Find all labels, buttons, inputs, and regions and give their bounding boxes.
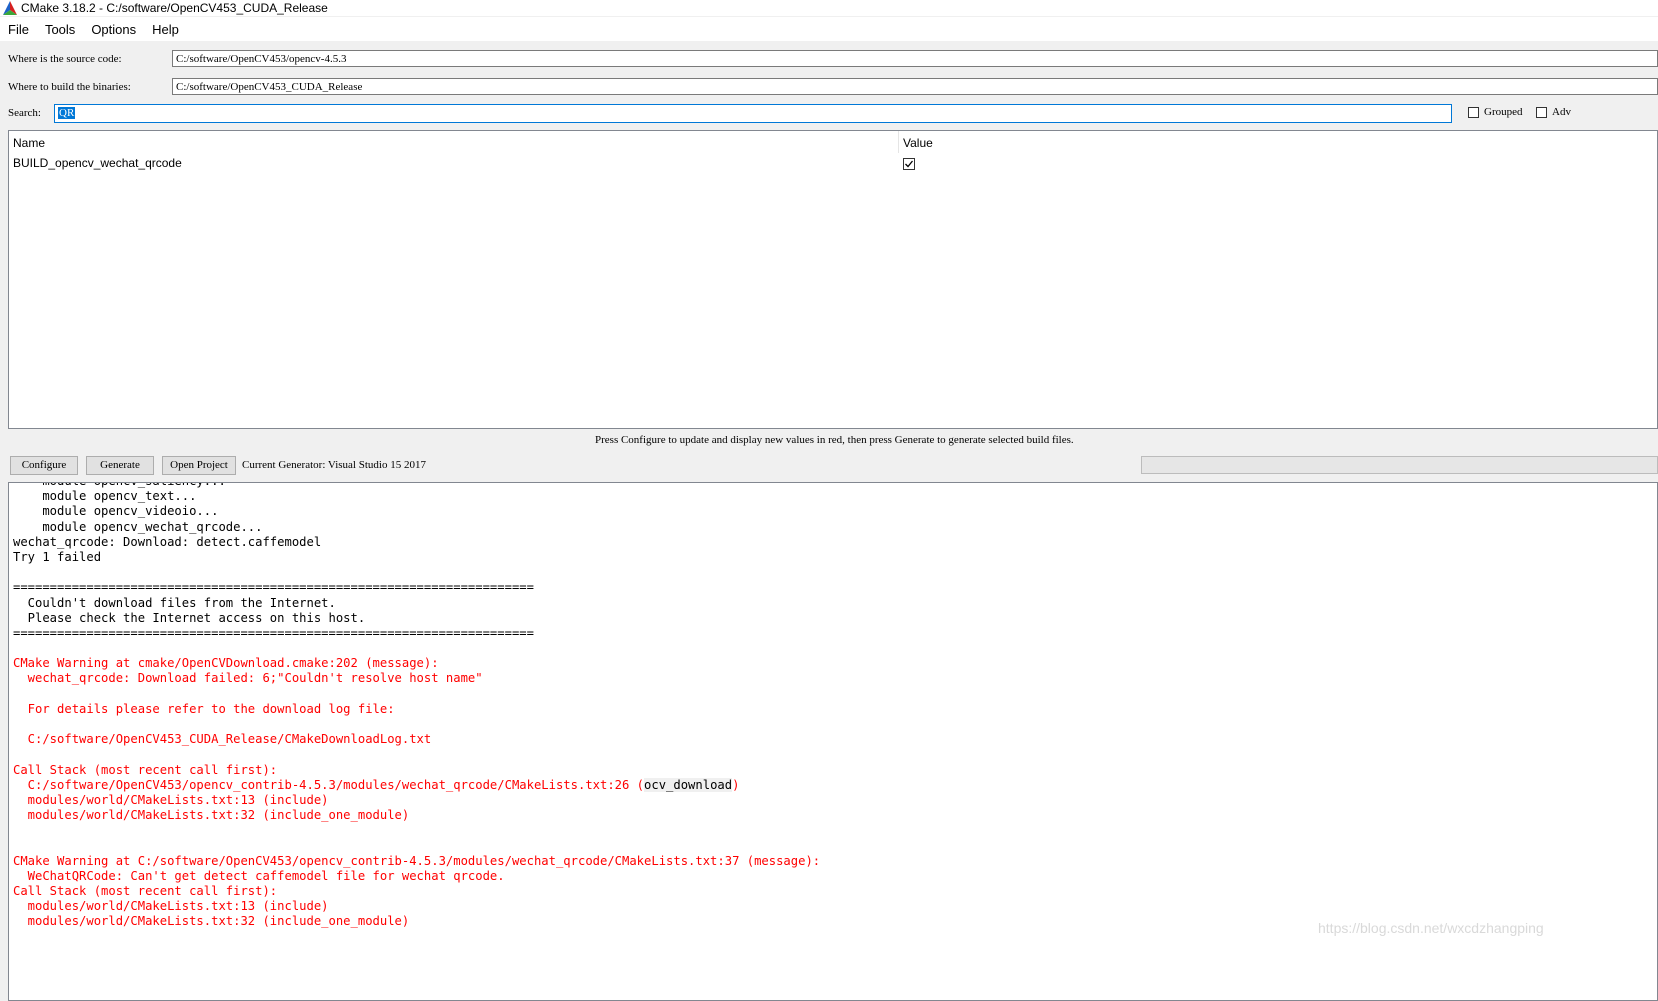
log-line: ========================================… bbox=[13, 626, 820, 641]
grouped-label: Grouped bbox=[1484, 106, 1523, 118]
menu-tools[interactable]: Tools bbox=[37, 22, 83, 37]
log-line-text: module opencv_wechat_qrcode... bbox=[13, 519, 263, 534]
log-line: module opencv_wechat_qrcode... bbox=[13, 520, 820, 535]
log-line: For details please refer to the download… bbox=[13, 702, 820, 717]
log-text: module opencv_saliency... module opencv_… bbox=[13, 483, 820, 930]
build-path-input[interactable]: C:/software/OpenCV453_CUDA_Release bbox=[172, 78, 1658, 95]
title-bar: CMake 3.18.2 - C:/software/OpenCV453_CUD… bbox=[0, 0, 1658, 16]
grouped-checkbox[interactable]: Grouped bbox=[1468, 106, 1523, 118]
cmake-logo-icon bbox=[3, 1, 17, 15]
cache-entry-value-checkbox[interactable] bbox=[903, 158, 915, 170]
log-line: C:/software/OpenCV453/opencv_contrib-4.5… bbox=[13, 777, 820, 793]
log-line-text: Please check the Internet access on this… bbox=[13, 610, 366, 625]
column-header-name[interactable]: Name bbox=[9, 131, 899, 153]
log-line-text: For details please refer to the download… bbox=[13, 701, 395, 716]
log-line-text: Call Stack (most recent call first): bbox=[13, 884, 278, 899]
log-line: wechat_qrcode: Download: detect.caffemod… bbox=[13, 535, 820, 550]
log-line-text: C:/software/OpenCV453_CUDA_Release/CMake… bbox=[13, 732, 432, 747]
log-line-text: module opencv_videoio... bbox=[13, 504, 219, 519]
log-line: modules/world/CMakeLists.txt:13 (include… bbox=[13, 793, 820, 808]
log-line: Try 1 failed bbox=[13, 550, 820, 565]
menu-file[interactable]: File bbox=[0, 22, 37, 37]
source-label: Where is the source code: bbox=[8, 53, 122, 65]
source-path-input[interactable]: C:/software/OpenCV453/opencv-4.5.3 bbox=[172, 50, 1658, 67]
log-line: C:/software/OpenCV453_CUDA_Release/CMake… bbox=[13, 732, 820, 747]
advanced-checkbox[interactable]: Adv bbox=[1536, 106, 1571, 118]
log-line-text: modules/world/CMakeLists.txt:13 (include… bbox=[13, 792, 329, 807]
advanced-label: Adv bbox=[1552, 106, 1571, 118]
configure-button[interactable]: Configure bbox=[10, 456, 78, 475]
watermark-url: https://blog.csdn.net/wxcdzhangping bbox=[1318, 920, 1544, 936]
log-line: CMake Warning at C:/software/OpenCV453/o… bbox=[13, 854, 820, 869]
log-line: module opencv_saliency... bbox=[13, 483, 820, 489]
table-header: Name Value bbox=[9, 131, 1657, 153]
build-label: Where to build the binaries: bbox=[8, 81, 131, 93]
log-line-text: module opencv_text... bbox=[13, 489, 197, 504]
checkmark-icon bbox=[905, 160, 914, 168]
advanced-checkbox-box[interactable] bbox=[1536, 106, 1547, 118]
log-line-suffix: ) bbox=[732, 777, 740, 792]
log-line-text: Try 1 failed bbox=[13, 549, 102, 564]
log-line-text: modules/world/CMakeLists.txt:13 (include… bbox=[13, 899, 329, 914]
open-project-button[interactable]: Open Project bbox=[162, 456, 236, 475]
log-highlight: ocv_download bbox=[644, 777, 733, 792]
current-generator-label: Current Generator: Visual Studio 15 2017 bbox=[242, 459, 426, 471]
log-line-text: modules/world/CMakeLists.txt:32 (include… bbox=[13, 914, 410, 929]
menu-bar: File Tools Options Help bbox=[0, 17, 1658, 41]
search-label: Search: bbox=[8, 107, 41, 119]
log-line: module opencv_text... bbox=[13, 489, 820, 504]
log-line: ========================================… bbox=[13, 580, 820, 595]
grouped-checkbox-box[interactable] bbox=[1468, 106, 1479, 118]
log-line-text: WeChatQRCode: Can't get detect caffemode… bbox=[13, 868, 505, 883]
table-row[interactable]: BUILD_opencv_wechat_qrcode bbox=[9, 153, 1657, 173]
log-line-text: ========================================… bbox=[13, 625, 534, 640]
configure-hint-text: Press Configure to update and display ne… bbox=[595, 434, 1074, 446]
log-line-text: C:/software/OpenCV453/opencv_contrib-4.5… bbox=[13, 777, 645, 792]
log-line: modules/world/CMakeLists.txt:32 (include… bbox=[13, 808, 820, 823]
cache-entry-name[interactable]: BUILD_opencv_wechat_qrcode bbox=[9, 153, 899, 173]
log-line-text: wechat_qrcode: Download: detect.caffemod… bbox=[13, 534, 322, 549]
log-line-text: ========================================… bbox=[13, 580, 534, 595]
log-line: Call Stack (most recent call first): bbox=[13, 884, 820, 899]
menu-help[interactable]: Help bbox=[144, 22, 187, 37]
log-line-text: Call Stack (most recent call first): bbox=[13, 762, 278, 777]
log-line-text: modules/world/CMakeLists.txt:32 (include… bbox=[13, 808, 410, 823]
column-header-value[interactable]: Value bbox=[899, 131, 933, 153]
log-line-text: CMake Warning at C:/software/OpenCV453/o… bbox=[13, 853, 821, 868]
log-line: modules/world/CMakeLists.txt:32 (include… bbox=[13, 914, 820, 929]
log-line: Please check the Internet access on this… bbox=[13, 611, 820, 626]
log-line: CMake Warning at cmake/OpenCVDownload.cm… bbox=[13, 656, 820, 671]
window-title: CMake 3.18.2 - C:/software/OpenCV453_CUD… bbox=[21, 1, 328, 15]
search-input[interactable]: QR bbox=[54, 104, 1452, 123]
log-line: Call Stack (most recent call first): bbox=[13, 763, 820, 778]
log-line: Couldn't download files from the Interne… bbox=[13, 596, 820, 611]
log-line: wechat_qrcode: Download failed: 6;"Could… bbox=[13, 671, 820, 686]
cache-table: Name Value BUILD_opencv_wechat_qrcode bbox=[8, 130, 1658, 429]
log-line: module opencv_videoio... bbox=[13, 504, 820, 519]
search-selected-text: QR bbox=[58, 107, 76, 119]
log-line: modules/world/CMakeLists.txt:13 (include… bbox=[13, 899, 820, 914]
menu-options[interactable]: Options bbox=[83, 22, 144, 37]
log-line-text: CMake Warning at cmake/OpenCVDownload.cm… bbox=[13, 656, 439, 671]
generate-button[interactable]: Generate bbox=[86, 456, 154, 475]
log-line-text: wechat_qrcode: Download failed: 6;"Could… bbox=[13, 671, 483, 686]
log-line-text: Couldn't download files from the Interne… bbox=[13, 595, 336, 610]
progress-bar bbox=[1141, 456, 1658, 474]
log-line: WeChatQRCode: Can't get detect caffemode… bbox=[13, 869, 820, 884]
log-line-text: module opencv_saliency... bbox=[13, 483, 225, 488]
